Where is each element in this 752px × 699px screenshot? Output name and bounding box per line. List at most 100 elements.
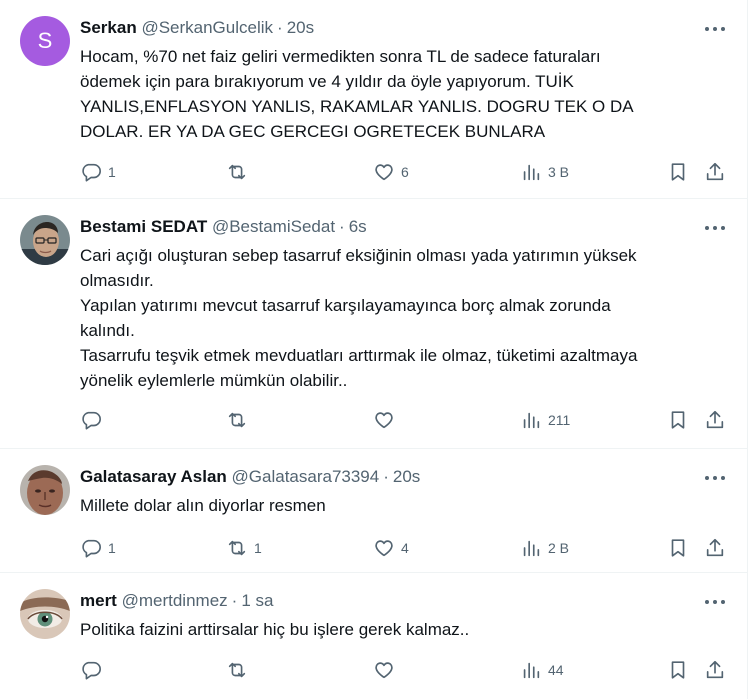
bookmark-button[interactable] [667,160,689,184]
retweet-icon [228,164,246,180]
bookmark-button[interactable] [667,408,689,432]
view-count: 3 B [548,164,570,180]
display-name[interactable]: Serkan [80,18,137,37]
timestamp[interactable]: 20s [393,467,420,486]
heart-icon [375,164,393,181]
bookmark-icon [671,411,685,429]
like-button[interactable]: 4 [373,536,409,560]
share-button[interactable] [704,536,726,560]
bookmark-icon [671,661,685,679]
reply-count: 1 [108,164,116,180]
more-options-icon[interactable] [705,469,725,487]
separator-dot: · [277,18,283,37]
views-button[interactable]: 211 [520,408,570,432]
reply-icon [82,661,101,680]
reply-icon [82,411,101,430]
tweet-actions: 1 6 3 B [80,160,732,184]
avatar-photo [20,465,70,515]
tweet-header: Bestami SEDAT @BestamiSedat · 6s [80,216,367,238]
more-options-icon[interactable] [705,593,725,611]
reply-count: 1 [108,540,116,556]
like-button[interactable]: 6 [373,160,409,184]
tweet-actions: 1 1 4 2 B [80,536,732,560]
display-name[interactable]: mert [80,591,117,610]
more-options-icon[interactable] [705,20,725,38]
analytics-icon [523,164,540,181]
tweet[interactable]: mert @mertdinmez · 1 sa Politika faizini a… [0,573,747,699]
like-count: 6 [401,164,409,180]
tweet-text: Hocam, %70 net faiz geliri vermedikten s… [80,47,634,141]
tweet-header: Galatasaray Aslan @Galatasara73394 · 20s [80,466,420,488]
tweet[interactable]: Galatasaray Aslan @Galatasara73394 · 20s M… [0,449,747,573]
reply-button[interactable] [80,408,108,432]
views-button[interactable]: 44 [520,658,564,682]
tweet-header: Serkan @SerkanGulcelik · 20s [80,17,314,39]
share-button[interactable] [704,160,726,184]
tweet-actions: 211 [80,408,732,432]
reply-icon [82,163,101,182]
heart-icon [375,412,393,429]
reply-button[interactable] [80,658,108,682]
bookmark-button[interactable] [667,536,689,560]
avatar-photo [20,589,70,639]
views-button[interactable]: 3 B [520,160,569,184]
separator-dot: · [383,467,389,486]
view-count: 211 [548,412,571,428]
like-count: 4 [401,540,409,556]
tweet-text: Politika faizini arttirsalar hiç bu işle… [80,620,470,639]
user-handle[interactable]: @mertdinmez [122,591,228,610]
reply-button[interactable]: 1 [80,160,116,184]
retweet-icon [228,540,246,556]
tweet[interactable]: Bestami SEDAT @BestamiSedat · 6s Cari açığ… [0,199,747,449]
heart-icon [375,540,393,557]
share-icon [706,538,724,557]
user-handle[interactable]: @SerkanGulcelik [141,18,273,37]
views-button[interactable]: 2 B [520,536,569,560]
avatar-photo [20,215,70,265]
share-icon [706,660,724,679]
tweet-text: Millete dolar alın diyorlar resmen [80,496,326,515]
separator-dot: · [339,217,345,236]
avatar[interactable] [20,465,70,515]
heart-icon [375,662,393,679]
timestamp[interactable]: 6s [349,217,367,236]
retweet-button[interactable] [226,408,254,432]
avatar[interactable] [20,589,70,639]
share-button[interactable] [704,408,726,432]
timestamp[interactable]: 1 sa [241,591,273,610]
retweet-icon [228,412,246,428]
avatar[interactable] [20,215,70,265]
user-handle[interactable]: @Galatasara73394 [232,467,380,486]
user-handle[interactable]: @BestamiSedat [212,217,335,236]
bookmark-icon [671,539,685,557]
retweet-count: 1 [254,540,262,556]
avatar-letter: S [37,28,53,53]
view-count: 2 B [548,540,570,556]
retweet-icon [228,662,246,678]
separator-dot: · [231,591,238,610]
reply-icon [82,539,101,558]
tweet-actions: 44 [80,658,732,682]
retweet-button[interactable]: 1 [226,536,262,560]
view-count: 44 [548,662,564,678]
more-options-icon[interactable] [705,219,725,237]
analytics-icon [523,412,540,429]
avatar[interactable]: S [20,16,70,66]
bookmark-icon [671,163,685,181]
retweet-button[interactable] [226,160,254,184]
share-icon [706,162,724,181]
like-button[interactable] [373,658,401,682]
like-button[interactable] [373,408,401,432]
analytics-icon [523,540,540,557]
display-name[interactable]: Bestami SEDAT [80,217,207,236]
display-name[interactable]: Galatasaray Aslan [80,467,227,486]
tweet-feed: S Serkan @SerkanGulcelik · 20s Hocam, %70 … [0,0,748,699]
bookmark-button[interactable] [667,658,689,682]
analytics-icon [523,662,540,679]
reply-button[interactable]: 1 [80,536,116,560]
share-button[interactable] [704,658,726,682]
tweet[interactable]: S Serkan @SerkanGulcelik · 20s Hocam, %70 … [0,0,747,199]
timestamp[interactable]: 20s [287,18,314,37]
retweet-button[interactable] [226,658,254,682]
tweet-header: mert @mertdinmez · 1 sa [80,590,273,612]
